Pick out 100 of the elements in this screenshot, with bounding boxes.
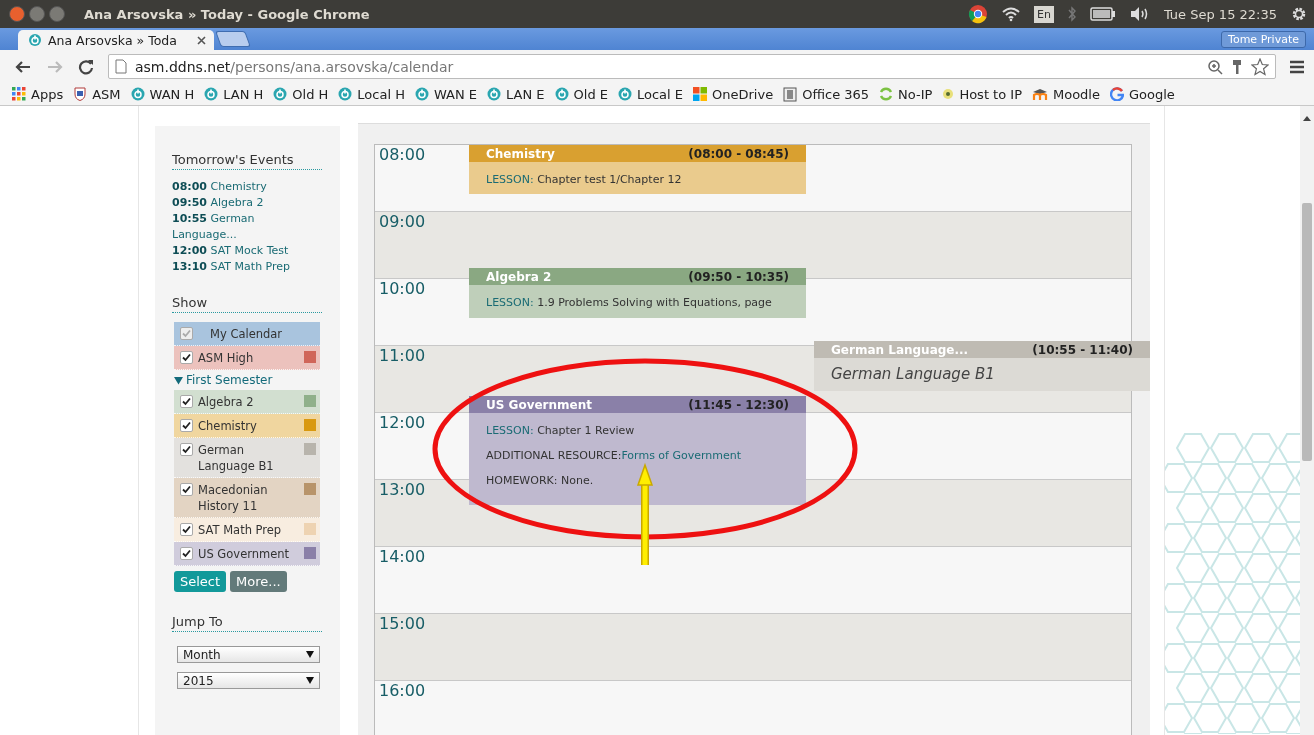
event-card[interactable]: US Government (11:45 - 12:30) LESSON: Chapter 1 Review ADDITIONAL RESOURCE:Forms of Government HOMEWORK: None. — [469, 396, 806, 505]
bookmark[interactable]: OneDrive — [693, 86, 774, 102]
checkbox[interactable] — [180, 443, 193, 456]
menu-icon[interactable] — [1290, 59, 1304, 74]
sidebar-button[interactable]: More... — [230, 571, 287, 592]
calendar-filter-row[interactable]: ASM High — [174, 346, 320, 370]
scroll-up-icon[interactable] — [1303, 116, 1311, 121]
bookmark[interactable]: WAN E — [414, 86, 478, 102]
bookmark[interactable]: Office 365 — [783, 86, 870, 102]
browser-icon[interactable] — [967, 4, 988, 24]
checkbox[interactable] — [180, 419, 193, 432]
event-detail: LESSON: Chapter 1 Review — [486, 423, 636, 439]
calendar-filter-row[interactable]: US Government — [174, 542, 320, 566]
upcoming-event-link[interactable]: 12:00 SAT Mock Test — [172, 243, 322, 259]
calendar-filter-row[interactable]: Algebra 2 — [174, 390, 320, 414]
reload-icon[interactable] — [78, 58, 94, 75]
hour-label: 15:00 — [379, 614, 426, 633]
browser-tab[interactable]: Ana Arsovska » Toda — [18, 30, 214, 50]
dropdown[interactable]: 2015 — [177, 672, 320, 689]
close-window-button[interactable] — [9, 6, 25, 22]
new-tab-button[interactable] — [215, 31, 251, 47]
bookmark[interactable]: Local E — [618, 86, 684, 102]
power-icon — [273, 87, 288, 101]
back-icon[interactable] — [14, 58, 32, 75]
upcoming-event-link[interactable]: 13:10 SAT Math Prep — [172, 259, 322, 275]
event-detail: HOMEWORK: None. — [486, 473, 595, 489]
hour-label: 11:00 — [379, 346, 426, 365]
power-icon — [338, 87, 353, 101]
calendar-name: German Language B1 — [198, 442, 275, 474]
window-title: Ana Arsovska » Today - Google Chrome — [84, 6, 370, 22]
calendar-name: My Calendar — [209, 326, 284, 342]
calendar-name: US Government — [198, 546, 291, 562]
hour-label: 08:00 — [379, 145, 426, 164]
power-icon — [414, 87, 429, 101]
event-title: German Language... — [831, 342, 969, 357]
calendar-filter-row[interactable]: Chemistry — [174, 414, 320, 438]
hour-label: 14:00 — [379, 547, 426, 566]
refresh-icon — [879, 87, 894, 101]
bookmark[interactable]: Old E — [554, 86, 608, 102]
dropdown[interactable]: Month — [177, 646, 320, 663]
upcoming-event-link[interactable]: 08:00 Chemistry — [172, 179, 322, 195]
zoom-icon[interactable] — [1207, 58, 1223, 75]
upcoming-event-link[interactable]: 09:50 Algebra 2 — [172, 195, 322, 211]
star-icon[interactable] — [1251, 57, 1269, 76]
bookmark[interactable]: Apps — [12, 86, 64, 102]
event-time: (10:55 - 11:40) — [1032, 342, 1133, 357]
page-icon — [115, 59, 127, 74]
hour-label: 16:00 — [379, 681, 426, 700]
section-heading: Tomorrow's Events — [172, 152, 322, 170]
scrollbar[interactable] — [1300, 106, 1314, 735]
ring-icon — [28, 33, 42, 47]
event-title: US Government — [486, 397, 592, 412]
key-icon[interactable] — [1231, 58, 1243, 75]
checkbox[interactable] — [180, 547, 193, 560]
calendar-name: SAT Math Prep — [198, 522, 283, 538]
clock[interactable]: Tue Sep 15 22:35 — [1163, 6, 1277, 22]
event-note: German Language B1 — [831, 364, 996, 385]
bookmark[interactable]: ASM — [73, 86, 121, 102]
bookmark[interactable]: Google — [1110, 86, 1175, 102]
close-icon[interactable] — [197, 35, 206, 45]
wifi-icon[interactable] — [1000, 6, 1021, 22]
power-icon — [554, 87, 569, 101]
cap-icon — [1032, 87, 1048, 101]
calendar-filter-row[interactable]: Macedonian History 11 — [174, 478, 320, 518]
power-icon — [618, 87, 632, 101]
checkbox[interactable] — [180, 523, 193, 536]
checkbox[interactable] — [180, 351, 193, 364]
bookmark[interactable]: No-IP — [879, 86, 933, 102]
gear-icon[interactable] — [1290, 5, 1308, 23]
hour-label: 12:00 — [379, 413, 426, 432]
bookmark[interactable]: Host to IP — [942, 86, 1022, 102]
calendar-name: Chemistry — [198, 418, 258, 434]
upcoming-event-link[interactable]: 10:55 German Language... — [172, 211, 322, 243]
section-heading: Show — [172, 295, 322, 313]
bookmark[interactable]: LAN H — [204, 86, 264, 102]
checkbox[interactable] — [180, 395, 193, 408]
calendar-name: Macedonian History 11 — [198, 482, 269, 514]
event-card[interactable]: Algebra 2 (09:50 - 10:35) LESSON: 1.9 Problems Solving with Equations, page — [469, 268, 806, 318]
address-field[interactable]: asm.ddns.net/persons/ana.arsovska/calendar — [108, 54, 1276, 79]
bookmark[interactable]: Local H — [338, 86, 405, 102]
group-toggle[interactable]: First Semester — [174, 370, 320, 390]
maximize-button[interactable] — [49, 6, 65, 22]
bookmark[interactable]: WAN H — [130, 86, 195, 102]
event-card[interactable]: German Language... (10:55 - 11:40) German Language B1 — [814, 341, 1150, 391]
windows-icon — [693, 87, 708, 101]
bookmark[interactable]: LAN E — [487, 86, 545, 102]
battery-icon[interactable] — [1089, 7, 1116, 21]
calendar-filter-row[interactable]: SAT Math Prep — [174, 518, 320, 542]
caret-icon — [306, 651, 314, 658]
minimize-button[interactable] — [29, 6, 45, 22]
event-title: Chemistry — [486, 146, 555, 161]
section-heading: Jump To — [172, 614, 322, 632]
keyboard-layout-indicator[interactable]: En — [1033, 5, 1054, 23]
checkbox[interactable] — [180, 483, 193, 496]
bluetooth-icon[interactable] — [1066, 6, 1077, 22]
event-card[interactable]: Chemistry (08:00 - 08:45) LESSON: Chapter test 1/Chapter 12 — [469, 145, 806, 194]
bookmark[interactable]: Old H — [273, 86, 329, 102]
bookmark[interactable]: Moodle — [1032, 86, 1100, 102]
scrollbar-thumb[interactable] — [1302, 203, 1312, 461]
calendar-filter-row[interactable]: German Language B1 — [174, 438, 320, 478]
